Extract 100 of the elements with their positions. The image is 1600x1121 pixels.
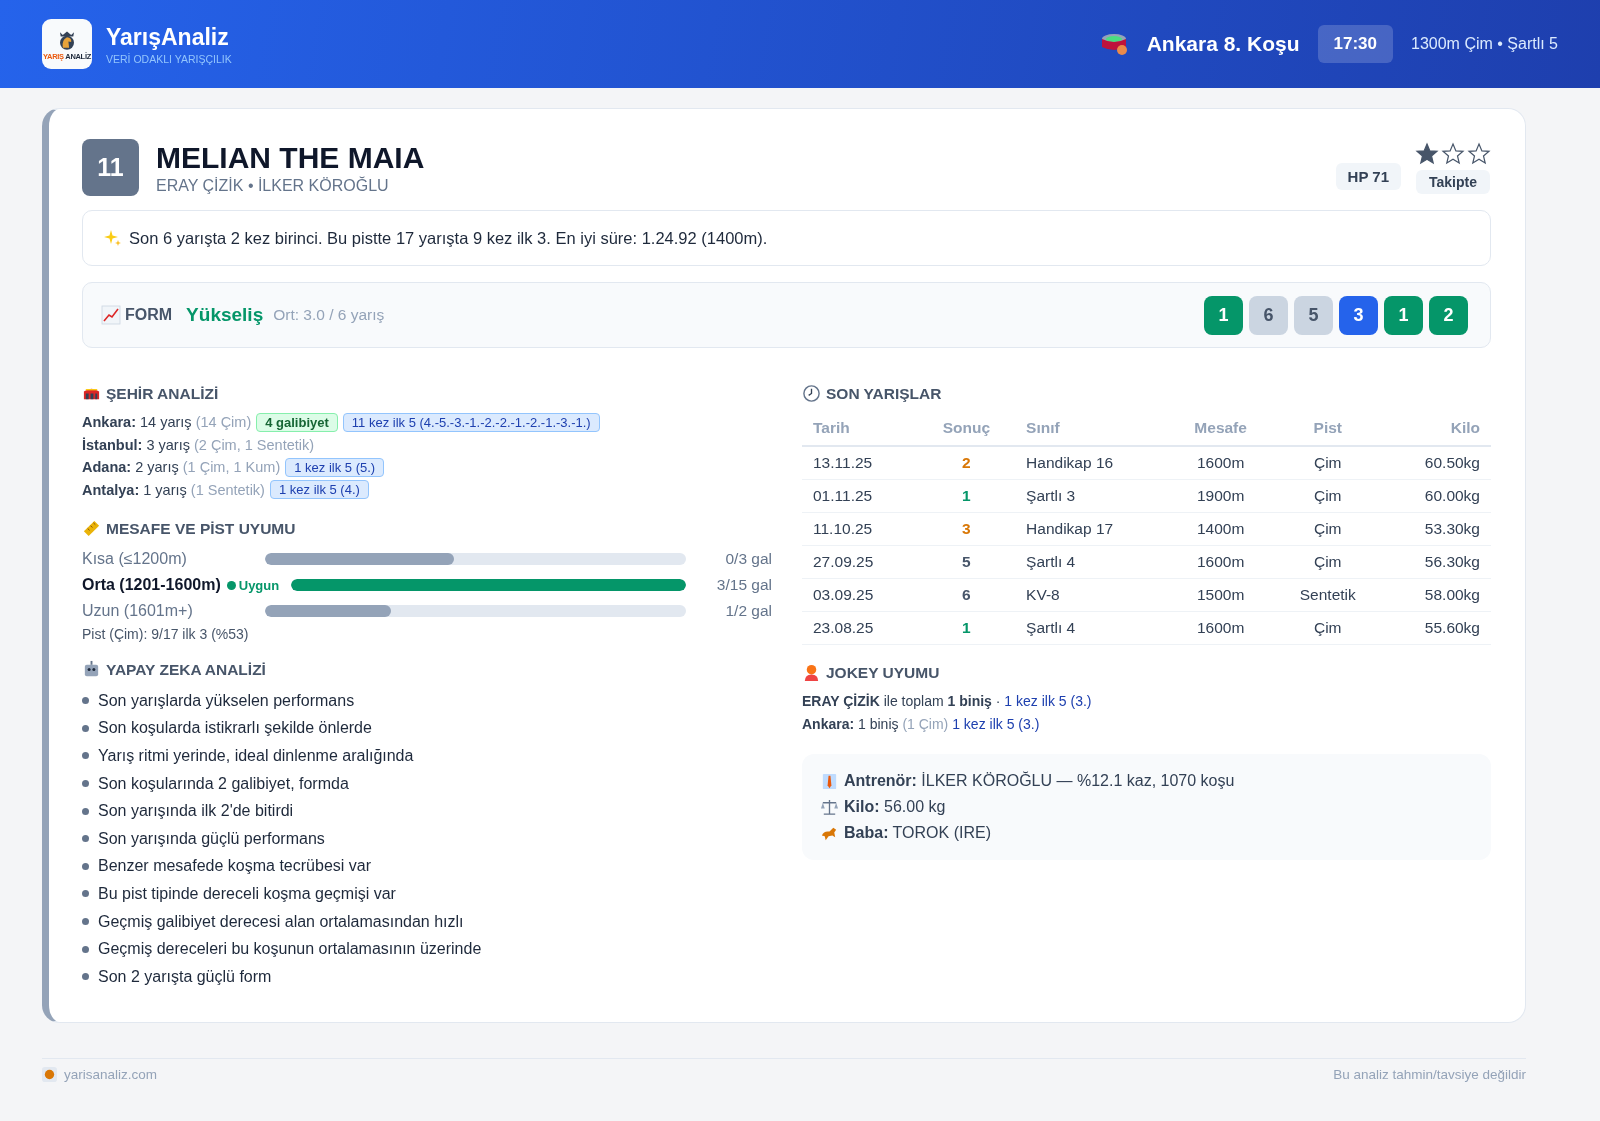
- table-cell: 1: [917, 479, 1016, 513]
- stat-tag: 1 kez ilk 5 (5.): [285, 457, 385, 477]
- table-cell: 1500m: [1168, 578, 1273, 612]
- bullet-icon: [82, 835, 89, 843]
- tie-icon: [820, 771, 839, 791]
- race-title: Ankara 8. Koşu: [1146, 32, 1300, 56]
- table-cell: Çim: [1273, 545, 1383, 579]
- bullet-icon: [82, 697, 89, 705]
- distance-label: Uzun (1601m+): [82, 602, 194, 620]
- analysis-item: Son 2 yarışta güçlü form: [98, 967, 272, 986]
- table-cell: 53.30kg: [1382, 512, 1491, 546]
- table-cell: 6: [917, 578, 1016, 612]
- stat-tag: 1 kez ilk 5 (4.): [269, 480, 369, 500]
- table-cell: 1600m: [1168, 545, 1273, 579]
- analysis-item: Son yarışında güçlü performans: [98, 829, 325, 848]
- city-stat: Antalya: 1 yarış (1 Sentetik): [82, 481, 265, 498]
- bullet-icon: [82, 807, 89, 815]
- bullet-icon: [82, 945, 89, 953]
- table-cell: Sentetik: [1273, 578, 1383, 612]
- race-time: 17:30: [1317, 25, 1393, 63]
- section-title: SON YARIŞLAR: [826, 384, 942, 403]
- bullet-icon: [82, 918, 89, 926]
- table-cell: 11.10.25: [802, 512, 918, 546]
- table-cell: 27.09.25: [802, 545, 918, 579]
- table-cell: 58.00kg: [1382, 578, 1491, 612]
- stat-tag: 4 galibiyet: [256, 412, 338, 432]
- win-ratio: 0/3 gal: [724, 550, 772, 568]
- form-result: 3: [1339, 295, 1378, 335]
- win-ratio: 3/15 gal: [715, 576, 772, 594]
- analysis-item: Yarış ritmi yerinde, ideal dinlenme aralığında: [98, 747, 414, 765]
- table-cell: Çim: [1273, 479, 1383, 513]
- bullet-icon: [82, 890, 89, 898]
- analysis-item: Bu pist tipinde dereceli koşma geçmişi var: [98, 884, 396, 903]
- table-cell: Şartlı 3: [1015, 479, 1169, 513]
- table-cell: Çim: [1273, 446, 1383, 480]
- column-header: Pist: [1273, 411, 1383, 446]
- city-stat: Adana: 2 yarış (1 Çim, 1 Kum): [82, 459, 281, 476]
- table-cell: 03.09.25: [802, 578, 918, 612]
- horse-number: 11: [82, 139, 139, 196]
- tagline: VERİ ODAKLI YARIŞÇILIK: [106, 52, 232, 65]
- rating-badge: HP 71: [1335, 163, 1401, 190]
- clock-icon: [802, 384, 821, 403]
- analysis-item: Son yarışlarda yükselen performans: [98, 691, 355, 710]
- table-cell: 23.08.25: [802, 611, 918, 645]
- table-cell: 56.30kg: [1382, 545, 1491, 579]
- form-result: 2: [1429, 295, 1468, 335]
- table-cell: 2: [917, 446, 1016, 480]
- race-info: 1300m Çim • Şartlı 5: [1411, 35, 1558, 53]
- table-cell: 1600m: [1168, 611, 1273, 645]
- section-title: MESAFE VE PİST UYUMU: [106, 519, 296, 538]
- table-cell: 13.11.25: [802, 446, 918, 480]
- person-icon: [802, 663, 821, 682]
- analysis-item: Geçmiş dereceleri bu koşunun ortalamasının üzerinde: [98, 940, 482, 959]
- table-cell: Şartlı 4: [1015, 611, 1169, 645]
- distance-label: Orta (1201-1600m): [82, 576, 221, 594]
- table-cell: 1: [917, 611, 1016, 645]
- table-cell: Handikap 17: [1015, 512, 1169, 546]
- form-label: FORM: [125, 306, 173, 324]
- analysis-item: Son koşularda istikrarlı şekilde önlerde: [98, 719, 372, 738]
- bullet-icon: [82, 752, 89, 760]
- disclaimer: Bu analiz tahmin/tavsiye değildir: [1333, 1067, 1526, 1082]
- horse-name: MELIAN THE MAIA: [156, 140, 425, 175]
- analysis-item: Benzer mesafede koşma tecrübesi var: [98, 857, 371, 876]
- form-result: 6: [1249, 295, 1288, 335]
- bullet-icon: [82, 862, 89, 870]
- distance-label: Kısa (≤1200m): [82, 550, 188, 568]
- table-cell: KV-8: [1015, 578, 1169, 612]
- table-cell: 5: [917, 545, 1016, 579]
- form-result: 1: [1384, 295, 1423, 335]
- table-cell: 1900m: [1168, 479, 1273, 513]
- column-header: Mesafe: [1168, 411, 1273, 446]
- robot-icon: [82, 660, 101, 679]
- column-header: Sonuç: [917, 411, 1016, 446]
- table-cell: Çim: [1273, 512, 1383, 546]
- summary-text: Son 6 yarışta 2 kez birinci. Bu pistte 17 yarışta 9 kez ilk 3. En iyi süre: 1.24.92 (1400m).: [129, 228, 768, 248]
- table-cell: 1600m: [1168, 446, 1273, 480]
- form-result: 5: [1294, 295, 1333, 335]
- jockey-trainer: ERAY ÇİZİK • İLKER KÖROĞLU: [156, 176, 390, 195]
- table-cell: 1400m: [1168, 512, 1273, 546]
- city-stat: İstanbul: 3 yarış (2 Çim, 1 Sentetik): [82, 436, 315, 453]
- bullet-icon: [82, 780, 89, 788]
- form-result: 1: [1204, 295, 1243, 335]
- star-rating[interactable]: [1415, 141, 1491, 166]
- analysis-item: Son koşularında 2 galibiyet, formda: [98, 774, 349, 793]
- bullet-icon: [82, 724, 89, 732]
- section-title: ŞEHİR ANALİZİ: [106, 384, 219, 403]
- chart-icon: [101, 305, 121, 325]
- table-cell: 01.11.25: [802, 479, 918, 513]
- logo-icon: [42, 1067, 57, 1082]
- analysis-item: Son yarışında ilk 2'de bitirdi: [98, 802, 294, 821]
- table-cell: Handikap 16: [1015, 446, 1169, 480]
- win-ratio: 1/2 gal: [724, 602, 772, 620]
- jockey-stat: ERAY ÇİZİK ile toplam 1 biniş · 1 kez ilk 5 (3.): [802, 692, 1093, 711]
- table-cell: 60.00kg: [1382, 479, 1491, 513]
- info-text: Antrenör: İLKER KÖROĞLU — %12.1 kaz, 1070 koşu: [844, 772, 1235, 790]
- info-text: Kilo: 56.00 kg: [844, 798, 946, 816]
- fit-badge: Uygun: [226, 577, 280, 593]
- scale-icon: [820, 797, 839, 817]
- table-cell: 60.50kg: [1382, 446, 1491, 480]
- city-stat: Ankara: 14 yarış (14 Çim): [82, 414, 252, 431]
